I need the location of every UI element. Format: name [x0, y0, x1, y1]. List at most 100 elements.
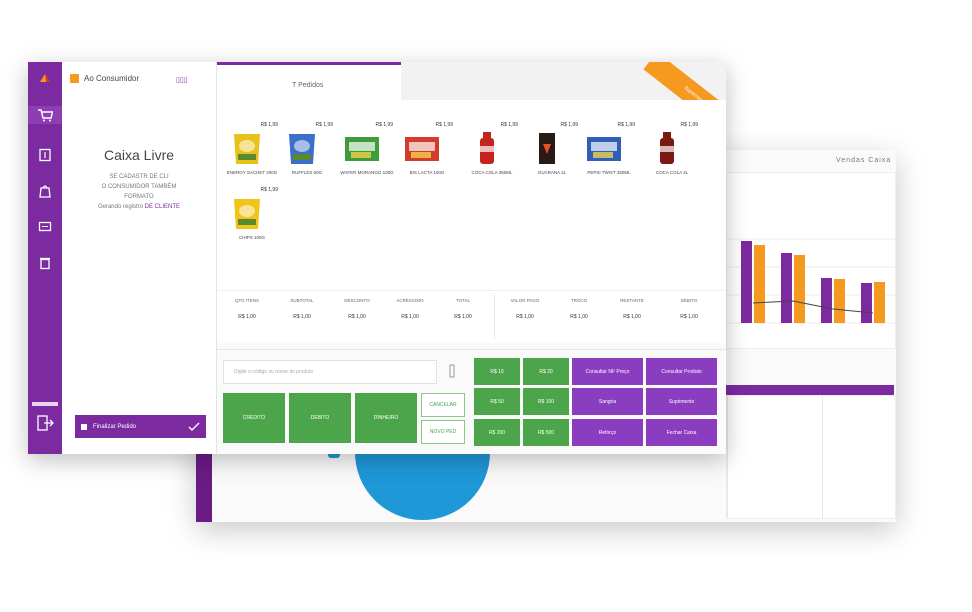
total-value: R$ 1,00	[401, 314, 419, 320]
product-tile[interactable]: R$ 1,99 ENERGY SACHET 200G	[222, 110, 282, 175]
product-price: R$ 1,99	[260, 122, 278, 128]
product-price: R$ 1,99	[560, 122, 578, 128]
total-field: TROCO R$ 1,00	[554, 297, 604, 321]
reinforce-button[interactable]: Reforço	[572, 419, 643, 446]
checkbox-icon	[81, 423, 87, 430]
product-image	[343, 130, 381, 166]
quick-value-button[interactable]: R$ 10	[474, 358, 520, 385]
supply-button[interactable]: Suprimento	[646, 388, 717, 415]
quick-value-button[interactable]: R$ 20	[523, 358, 569, 385]
document-icon[interactable]	[36, 146, 54, 164]
quick-value-button[interactable]: R$ 500	[523, 419, 569, 446]
product-price: R$ 1,99	[315, 122, 333, 128]
dashboard-table	[726, 395, 896, 519]
product-image	[228, 130, 266, 166]
trash-icon[interactable]	[36, 254, 54, 272]
total-label: ACRÉSCIMO	[396, 298, 424, 303]
product-tile[interactable]: R$ 1,99 COCA COLA 350ML	[462, 110, 522, 175]
action-area: Digite o código ou nome do produto CRÉDI…	[217, 349, 726, 454]
product-tile[interactable]: R$ 1,99 COCA COLA 2L	[642, 110, 702, 175]
check-price-button[interactable]: Consultar NF Preço	[572, 358, 643, 385]
product-price: R$ 1,99	[500, 122, 518, 128]
quick-value-button[interactable]: R$ 200	[474, 419, 520, 446]
credit-button[interactable]: CRÉDITO	[223, 393, 285, 443]
order-panel: Ao Consumidor ▯▯▯ Caixa Livre SE CADASTR…	[62, 62, 217, 454]
totals-bar: QTD ITENS R$ 1,00 SUBTOTAL R$ 1,00 DESCONTO R…	[217, 290, 726, 343]
product-image	[585, 130, 623, 166]
product-image	[403, 130, 441, 166]
product-tile[interactable]: R$ 1,99 BIS LACTA 100G	[397, 110, 457, 175]
register-status-title: Caixa Livre	[103, 147, 175, 163]
total-field: TOTAL R$ 1,00	[438, 297, 488, 321]
total-field: SUBTOTAL R$ 1,00	[277, 297, 327, 321]
client-selector[interactable]: Ao Consumidor	[70, 74, 139, 83]
product-image	[648, 130, 686, 166]
total-label: DESCONTO	[344, 298, 370, 303]
total-field: VALOR PAGO R$ 1,00	[500, 297, 550, 321]
main-area: T Pedidos Supermercado R$ 1,99 ENERGY SAC…	[217, 62, 726, 454]
chart-bar	[821, 278, 832, 323]
pos-window: Ao Consumidor ▯▯▯ Caixa Livre SE CADASTR…	[28, 62, 726, 454]
total-field: RESTANTE R$ 1,00	[607, 297, 657, 321]
cart-icon[interactable]	[28, 106, 62, 124]
check-icon	[188, 422, 200, 431]
product-name: COCA COLA 350ML	[471, 170, 513, 175]
new-order-button[interactable]: NOVO PED	[421, 420, 465, 444]
chart-bar	[754, 245, 765, 323]
total-label: QTD ITENS	[234, 298, 259, 303]
quick-value-button[interactable]: R$ 100	[523, 388, 569, 415]
total-field: DESCONTO R$ 1,00	[332, 297, 382, 321]
register-info-line: FORMATO	[124, 194, 154, 200]
total-label: TOTAL	[455, 298, 471, 303]
panel-menu[interactable]: ▯▯▯	[176, 76, 188, 84]
total-value: R$ 1,00	[570, 314, 588, 320]
product-tile[interactable]: R$ 1,99 RUFFLES 60G	[277, 110, 337, 175]
total-value: R$ 1,00	[516, 314, 534, 320]
product-name: WAFER MORANGO 100G	[340, 170, 394, 175]
product-tile[interactable]: R$ 1,99 PEPSI TWIST 350ML	[579, 110, 639, 175]
dashboard-title: Vendas Caixa	[836, 157, 892, 164]
product-price: R$ 1,99	[435, 122, 453, 128]
cash-button[interactable]: DINHEIRO	[355, 393, 417, 443]
product-image	[468, 130, 506, 166]
withdrawal-button[interactable]: Sangria	[572, 388, 643, 415]
product-name: CHIPS 100G	[238, 235, 265, 240]
check-product-button[interactable]: Consultar Produto	[646, 358, 717, 385]
tab-orders[interactable]: T Pedidos	[217, 62, 401, 100]
product-price: R$ 1,99	[617, 122, 635, 128]
total-label: VALOR PAGO	[510, 298, 540, 303]
total-value: R$ 1,00	[680, 314, 698, 320]
total-label: SUBTOTAL	[290, 298, 314, 303]
product-search-input[interactable]: Digite o código ou nome do produto	[223, 360, 437, 384]
total-label: RESTANTE	[620, 298, 644, 303]
logout-icon[interactable]	[36, 414, 54, 432]
finalize-order-button[interactable]: Finalizar Pedido	[75, 415, 206, 438]
register-info-line: Gerando registro DE CLIENTE	[97, 204, 181, 210]
product-price: R$ 1,99	[260, 187, 278, 193]
bag-icon[interactable]	[36, 182, 54, 200]
barcode-icon[interactable]	[447, 364, 457, 378]
close-register-button[interactable]: Fechar Caixa	[646, 419, 717, 446]
debit-button[interactable]: DÉBITO	[289, 393, 351, 443]
product-image	[228, 195, 266, 231]
chart-bar	[741, 241, 752, 323]
app-logo-icon	[40, 74, 50, 82]
dashboard-table-header	[726, 385, 894, 395]
exit-label	[32, 402, 58, 406]
product-price: R$ 1,99	[375, 122, 393, 128]
total-value: R$ 1,00	[238, 314, 256, 320]
total-value: R$ 1,00	[454, 314, 472, 320]
register-info-line: O CONSUMIDOR TAMBÉM	[101, 184, 177, 190]
product-tile[interactable]: R$ 1,99 CHIPS 100G	[222, 175, 282, 240]
chart-line	[752, 300, 874, 314]
chart-bar	[794, 255, 805, 323]
product-name: GUARANA 2L	[537, 170, 567, 175]
product-tile[interactable]: R$ 1,99 GUARANA 2L	[522, 110, 582, 175]
monitor-icon[interactable]	[36, 218, 54, 236]
product-price: R$ 1,99	[680, 122, 698, 128]
total-value: R$ 1,00	[623, 314, 641, 320]
quick-value-button[interactable]: R$ 50	[474, 388, 520, 415]
cancel-button[interactable]: CANCELAR	[421, 393, 465, 417]
product-tile[interactable]: R$ 1,99 WAFER MORANGO 100G	[337, 110, 397, 175]
bar-chart	[727, 238, 895, 324]
